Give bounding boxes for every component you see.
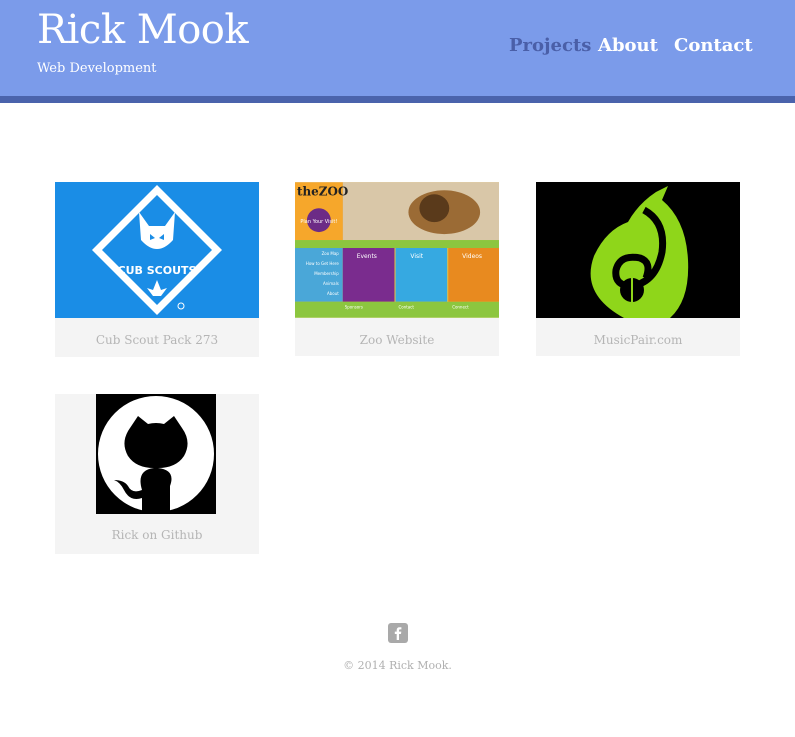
- zoo-brand: theZOO: [297, 184, 348, 198]
- zoo-menu-item: Zoo Map: [322, 251, 340, 256]
- site-title[interactable]: Rick Mook: [37, 7, 249, 53]
- project-caption[interactable]: Cub Scout Pack 273: [55, 318, 259, 347]
- cub-scouts-logo-text: CUB SCOUTS: [118, 264, 197, 277]
- zoo-footer-contact: Contact: [398, 305, 414, 310]
- zoo-menu-item: Animals: [323, 281, 339, 286]
- zoo-tile-videos: Videos: [462, 253, 482, 260]
- zoo-tile-events: Events: [357, 253, 377, 260]
- nav-about[interactable]: About: [598, 35, 658, 56]
- project-caption[interactable]: Zoo Website: [295, 318, 499, 347]
- github-octocat-logo: [96, 394, 216, 514]
- facebook-icon[interactable]: [388, 623, 408, 643]
- zoo-footer-sponsors: Sponsors: [345, 305, 363, 310]
- header-divider: [0, 96, 795, 103]
- zoo-menu-item: Membership: [314, 271, 339, 276]
- site-tagline: Web Development: [37, 61, 157, 76]
- site-header: Rick Mook Web Development Projects About…: [0, 0, 795, 96]
- project-card-cub-scouts[interactable]: CUB SCOUTS Cub Scout Pack 273: [55, 182, 259, 357]
- project-card-github[interactable]: Rick on Github: [55, 394, 259, 554]
- nav-contact[interactable]: Contact: [674, 35, 753, 56]
- zoo-footer-connect: Connect: [452, 305, 469, 310]
- musicpair-pear-logo: [536, 182, 740, 318]
- project-card-musicpair[interactable]: MusicPair.com: [536, 182, 740, 356]
- zoo-badge: Plan Your Visit!: [300, 219, 337, 225]
- nav-projects[interactable]: Projects: [509, 35, 591, 56]
- zoo-menu-item: How to Get Here: [306, 261, 339, 266]
- copyright-text: © 2014 Rick Mook.: [343, 659, 452, 672]
- zoo-website-screenshot: theZOO Plan Your Visit! Zoo Map How to G…: [295, 182, 499, 318]
- project-card-zoo[interactable]: theZOO Plan Your Visit! Zoo Map How to G…: [295, 182, 499, 356]
- zoo-menu-item: About: [327, 291, 339, 296]
- zoo-tile-visit: Visit: [410, 253, 423, 260]
- project-caption[interactable]: MusicPair.com: [536, 318, 740, 347]
- project-caption[interactable]: Rick on Github: [55, 514, 259, 542]
- cub-scouts-logo: CUB SCOUTS: [55, 182, 259, 318]
